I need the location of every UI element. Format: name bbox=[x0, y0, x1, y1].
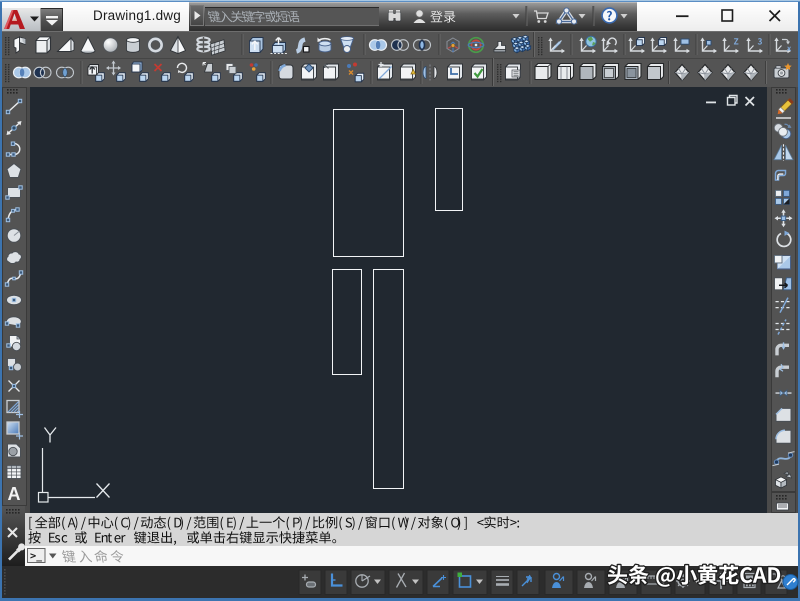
svg-text:A: A bbox=[8, 484, 21, 504]
